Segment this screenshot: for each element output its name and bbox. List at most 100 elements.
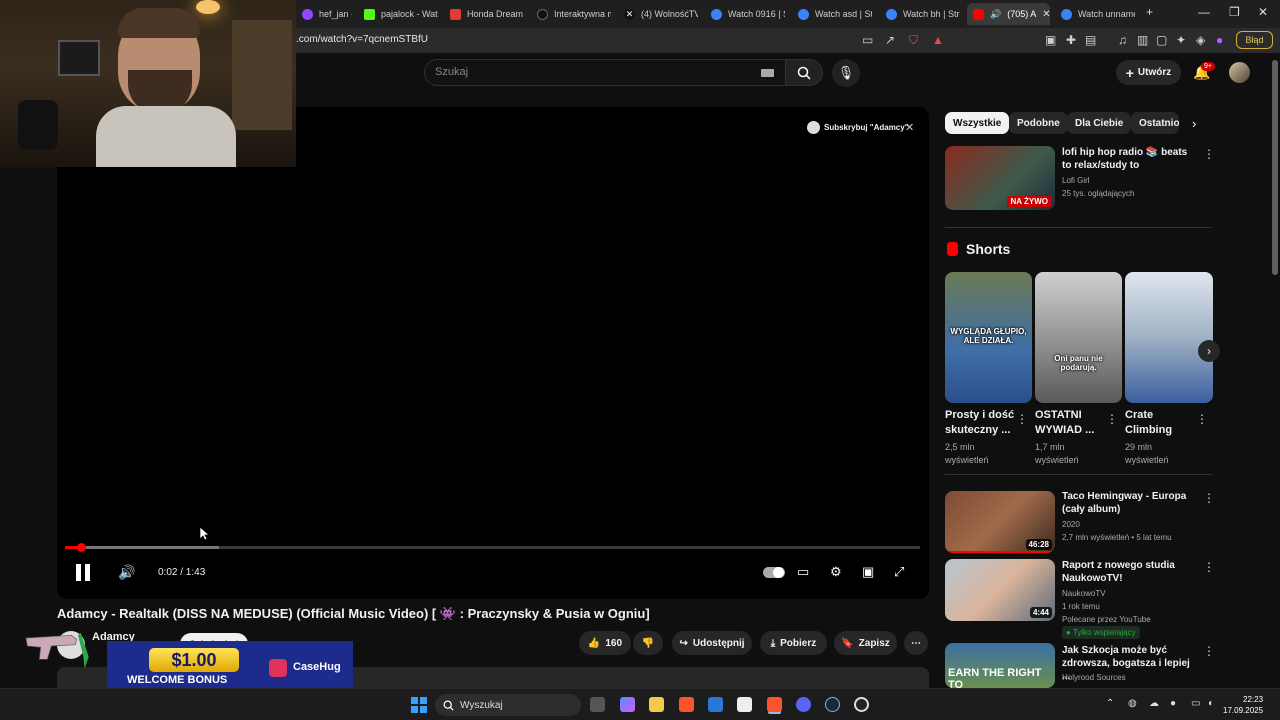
more-icon[interactable]: ⋮ [1203,560,1215,574]
onedrive-icon[interactable]: ☁ [1149,698,1159,709]
browser-tab[interactable]: Watch bh | Stre [880,3,960,25]
mic-icon[interactable]: ● [1170,698,1176,709]
task-view-icon[interactable] [590,697,605,712]
wallet-icon[interactable]: ▢ [1156,33,1167,47]
scrollbar[interactable] [1272,60,1278,275]
video-thumbnail[interactable]: 46:28 [945,491,1055,553]
scrubber-handle[interactable] [77,543,87,552]
leo-icon[interactable]: ● [1216,33,1223,47]
chip-related[interactable]: Podobne [1009,112,1068,134]
autoplay-toggle[interactable] [763,567,785,578]
browser-tab[interactable]: Watch 0916 | St [705,3,785,25]
video-thumbnail[interactable]: 4:44 [945,559,1055,621]
search-button[interactable] [785,59,823,86]
puzzle-icon[interactable]: ✚ [1066,33,1076,47]
video-thumbnail[interactable]: EARN THE RIGHT TO [945,643,1055,688]
taskbar-search[interactable]: Wyszukaj [435,694,581,716]
cast-icon[interactable]: ▭ [862,33,873,47]
close-icon[interactable]: ✕ [905,121,914,134]
short-thumbnail[interactable]: WYGLĄDA GŁUPIO, ALE DZIAŁA. [945,272,1032,403]
short-thumbnail[interactable]: Oni panu nie podarują. [1035,272,1122,403]
extension-icon[interactable]: ▣ [1045,33,1056,47]
video-player[interactable]: Subskrybuj "Adamcy" ✕ 🔊 0:02 / 1:43 ▭ ⚙ … [57,107,929,599]
channel-name[interactable]: Holyrood Sources [1062,671,1126,684]
short-title[interactable]: OSTATNI WYWIAD ... [1035,408,1105,438]
channel-name[interactable]: Lofi Girl [1062,174,1090,187]
chip-recent[interactable]: Ostatnio [1131,112,1179,134]
error-button[interactable]: Błąd [1236,31,1273,49]
brave-active-icon[interactable] [767,697,782,712]
chip-for-you[interactable]: Dla Ciebie [1067,112,1132,134]
voice-search-button[interactable]: 🎙 [832,59,860,87]
obs-icon[interactable] [854,697,869,712]
more-icon[interactable]: ⋮ [1203,147,1215,161]
store-icon[interactable] [708,697,723,712]
minimize-icon[interactable]: — [1198,5,1210,19]
avatar[interactable] [1229,62,1250,83]
network-icon[interactable]: ▭ [1191,698,1200,709]
brave-icon[interactable] [679,697,694,712]
maximize-icon[interactable]: ❐ [1229,5,1240,19]
close-tab-icon[interactable]: ✕ [1042,9,1050,20]
subtitles-icon[interactable]: ▭ [797,564,809,580]
more-icon[interactable]: ⋮ [1203,644,1215,658]
browser-tab[interactable]: Watch asd | Str [792,3,872,25]
steam-icon[interactable] [825,697,840,712]
video-title[interactable]: Raport z nowego studia NaukowoTV! [1062,559,1198,585]
short-thumbnail[interactable] [1125,272,1213,403]
chevron-right-icon[interactable]: › [1192,116,1196,131]
progress-bar[interactable] [65,543,920,552]
browser-tab[interactable]: hef_jan - Wat [296,3,352,25]
chevron-up-icon[interactable]: ⌃ [1106,698,1114,709]
music-icon[interactable]: ♫ [1118,33,1127,47]
copilot-icon[interactable] [620,697,635,712]
discord-icon[interactable] [796,697,811,712]
app-tray-icon[interactable]: ◍ [1128,698,1137,709]
like-button[interactable]: 👍 160 [579,631,631,655]
settings-icon[interactable]: ⚙ [830,564,842,580]
share-button[interactable]: ↪ Udostępnij [672,631,752,655]
download-button[interactable]: ⤓ Pobierz [760,631,827,655]
brave-rewards-icon[interactable]: ▲ [932,33,944,47]
new-tab-icon[interactable]: + [1146,5,1153,19]
short-title[interactable]: Prosty i dość skuteczny ... [945,408,1015,438]
video-title[interactable]: Taco Hemingway - Europa (cały album) [1062,490,1198,516]
save-button[interactable]: 🔖 Zapisz [834,631,897,655]
url-field[interactable]: .com/watch?v=7qcnemSTBfU [296,34,428,45]
dislike-button[interactable]: 👎 [633,631,663,655]
vpn-icon[interactable]: ◈ [1196,33,1205,47]
share-icon[interactable]: ↗ [885,33,895,47]
notepad-icon[interactable] [737,697,752,712]
browser-tab[interactable]: Watch unname [1055,3,1135,25]
pause-button[interactable] [75,564,91,581]
browser-tab[interactable]: Honda Dream [444,3,524,25]
more-icon[interactable]: ⋮ [1016,412,1028,426]
video-title[interactable]: lofi hip hop radio 📚 beats to relax/stud… [1062,146,1198,172]
more-icon[interactable]: ⋮ [1106,412,1118,426]
more-icon[interactable]: ⋮ [1203,491,1215,505]
short-title[interactable]: Crate Climbing [1125,408,1195,438]
more-icon[interactable]: ⋮ [1196,412,1208,426]
subscribe-overlay[interactable]: Subskrybuj "Adamcy" [807,121,909,134]
channel-name[interactable]: 2020 [1062,518,1080,531]
ai-icon[interactable]: ✦ [1176,33,1186,47]
browser-tab[interactable]: pajalock - Wat [358,3,438,25]
windows-start-icon[interactable] [411,697,427,713]
keyboard-icon[interactable] [761,69,774,77]
shorts-next-button[interactable]: › [1198,340,1220,362]
brave-shield-icon[interactable]: ⛉ [909,33,918,48]
browser-tab[interactable]: ✕ (4) WolnośćTV [618,3,698,25]
volume-icon[interactable]: ◖ [1207,698,1213,709]
fullscreen-icon[interactable]: ⤢ [894,564,904,580]
browser-tab[interactable]: Interaktywna m [531,3,611,25]
file-explorer-icon[interactable] [649,697,664,712]
clock[interactable]: 22:23 17.09.2025 [1223,694,1263,716]
reading-list-icon[interactable]: ▥ [1137,33,1148,47]
theater-mode-icon[interactable]: ▣ [862,564,874,580]
search-input[interactable]: Szukaj [424,59,786,86]
more-actions-button[interactable]: ⋯ [904,631,928,655]
video-thumbnail[interactable]: NA ŻYWO [945,146,1055,210]
channel-name[interactable]: NaukowoTV [1062,587,1106,600]
close-window-icon[interactable]: ✕ [1258,5,1268,19]
ad-banner[interactable]: $1.00 WELCOME BONUS CaseHug [107,641,353,693]
